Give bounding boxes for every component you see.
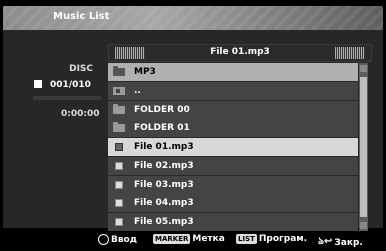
folder-icon <box>113 66 125 76</box>
list-item-label: .. <box>134 85 141 96</box>
list-item-file[interactable]: File 05.mp3 <box>108 213 358 231</box>
list-item-label: File 02.mp3 <box>134 160 194 171</box>
scrollbar-thumb[interactable] <box>360 77 367 217</box>
list-item-folder[interactable]: FOLDER 01 <box>108 119 358 138</box>
music-list-window: Music List DISC 001/010 0:00:00 File 01.… <box>3 6 383 231</box>
list-item-label: File 05.mp3 <box>134 217 194 227</box>
elapsed-time: 0:00:00 <box>61 109 100 119</box>
file-icon <box>115 180 123 189</box>
pattern-right-decoration <box>335 47 365 59</box>
window-title: Music List <box>53 11 110 22</box>
footer-marker-label: Метка <box>192 234 225 244</box>
progress-bar <box>33 96 101 100</box>
title-bar: Music List <box>3 6 383 30</box>
file-icon <box>115 143 123 151</box>
scroll-down-arrow[interactable] <box>360 222 367 229</box>
footer-list[interactable]: LIST Програм. <box>236 234 307 244</box>
list-item-label: File 03.mp3 <box>134 179 194 190</box>
close-return-icon: ঌ↩ <box>318 236 333 247</box>
list-item-label: File 04.mp3 <box>134 198 194 209</box>
list-item-parent-folder[interactable]: .. <box>108 81 358 100</box>
file-icon <box>115 218 123 226</box>
list-scrollbar[interactable] <box>359 63 368 231</box>
footer-close-label: Закр. <box>334 237 363 248</box>
list-item-label: FOLDER 00 <box>134 104 190 115</box>
disc-label: DISC <box>69 64 93 74</box>
footer-close[interactable]: ঌ↩ Закр. <box>318 234 363 251</box>
list-key-icon: LIST <box>236 234 257 244</box>
file-list: MP3 .. FOLDER 00 FOLDER 01 File 01.mp3 F… <box>108 63 358 231</box>
list-item-label: MP3 <box>134 67 156 77</box>
footer-enter[interactable]: Ввод <box>98 234 137 245</box>
footer-help-bar: Ввод MARKER Метка LIST Програм. ঌ↩ Закр. <box>0 231 386 249</box>
track-counter-value: 001/010 <box>50 80 91 90</box>
parent-folder-icon <box>113 86 125 95</box>
list-item-file-selected[interactable]: File 01.mp3 <box>108 138 358 156</box>
track-counter: 001/010 <box>34 80 91 90</box>
marker-key-icon: MARKER <box>153 234 191 244</box>
file-icon <box>115 199 123 208</box>
list-item-folder[interactable]: FOLDER 00 <box>108 100 358 119</box>
footer-marker[interactable]: MARKER Метка <box>153 234 225 244</box>
list-item-label: File 01.mp3 <box>134 142 194 152</box>
folder-icon <box>113 122 125 133</box>
list-item-file[interactable]: File 03.mp3 <box>108 175 358 194</box>
list-item-file[interactable]: File 02.mp3 <box>108 156 358 175</box>
footer-list-label: Програм. <box>258 234 308 244</box>
list-item-file[interactable]: File 04.mp3 <box>108 194 358 213</box>
current-file-header: File 01.mp3 <box>108 44 372 62</box>
list-item-current-folder[interactable]: MP3 <box>108 63 358 81</box>
enter-circle-icon <box>98 234 109 245</box>
scroll-up-arrow[interactable] <box>360 65 367 72</box>
current-file-name: File 01.mp3 <box>210 47 270 57</box>
list-item-label: FOLDER 01 <box>134 123 190 134</box>
footer-enter-label: Ввод <box>111 234 138 245</box>
file-icon <box>115 161 123 170</box>
stop-icon <box>34 80 42 88</box>
folder-icon <box>113 103 125 114</box>
